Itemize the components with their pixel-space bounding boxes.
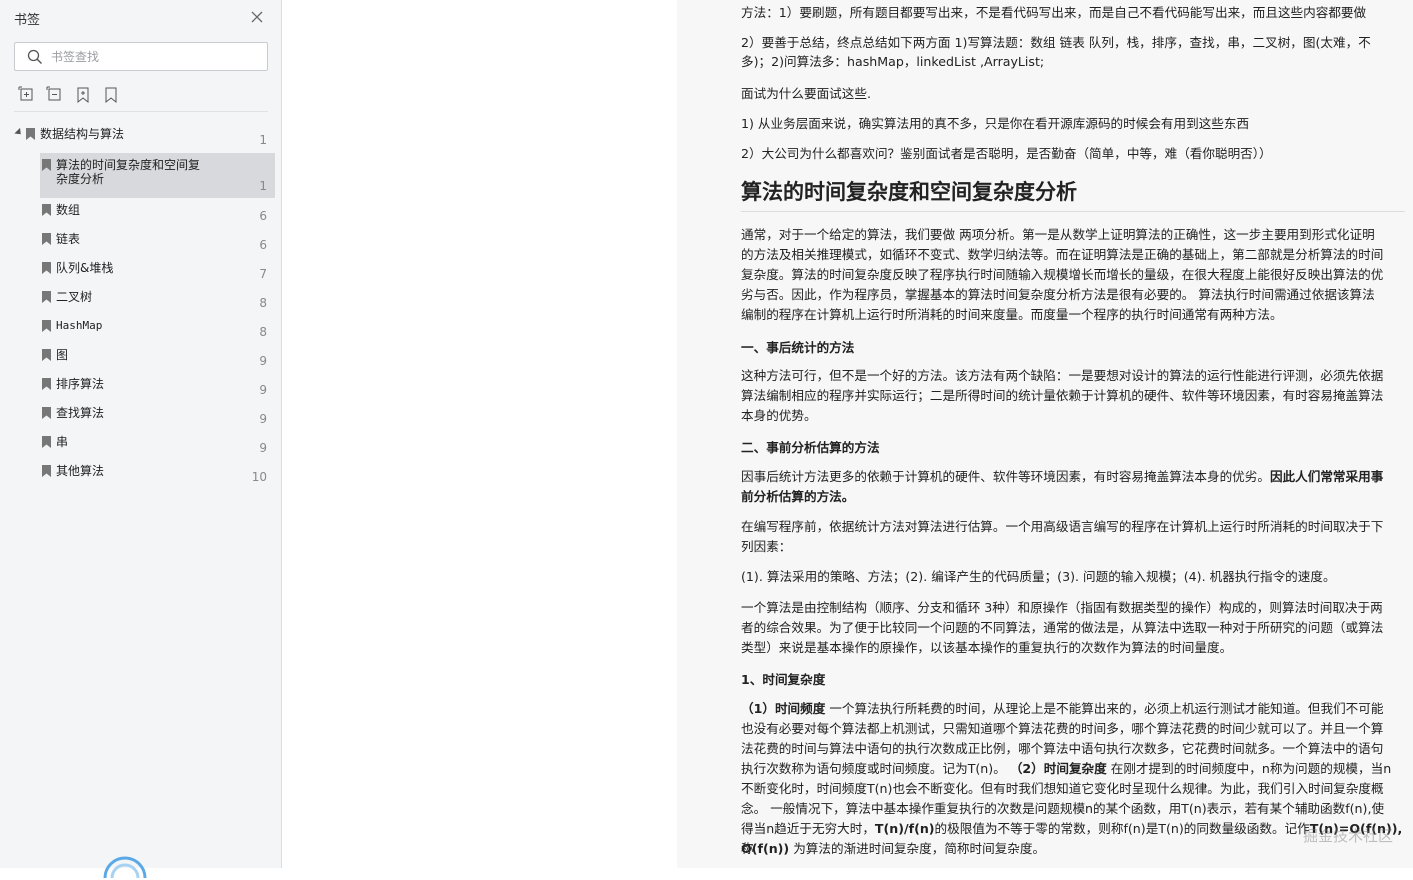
heading-rule — [741, 211, 1405, 212]
paragraph: 一个算法是由控制结构（顺序、分支和循环 3种）和原操作（指固有数据类型的操作）构… — [741, 600, 1383, 615]
tree-item-label: 图 — [56, 348, 69, 362]
paragraph: 1) 从业务层面来说，确实算法用的真不多，只是你在看开源库源码的时候会有用到这些… — [741, 116, 1250, 131]
text-run: 在刚才提到的时间频度中，n称为问题的规模，当n — [1106, 761, 1392, 776]
page-number: 9 — [259, 383, 267, 397]
watermark: 掘金技术社区 — [1302, 827, 1393, 845]
paragraph: 编制的程序在计算机上运行时所消耗的时间来度量。而度量一个程序的执行时间通常有两种… — [741, 307, 1283, 322]
tree-item-label: 数组 — [56, 203, 81, 217]
page-number: 6 — [259, 238, 267, 252]
paragraph: 类型）来说是基本操作的原操作，以该基本操作的重复执行的次数作为算法的时间量度。 — [741, 640, 1233, 655]
paragraph: 复杂度。算法的时间复杂度反映了程序执行时间随输入规模增长而增长的量级，在很大程度… — [741, 267, 1384, 282]
text-run: 的极限值为不等于零的常数，则称f(n)是T(n)的同数量级函数。记作 — [934, 821, 1310, 836]
tree-item-label: 排序算法 — [56, 377, 105, 391]
page-number: 9 — [259, 441, 267, 455]
paragraph: 劣与否。因此，作为程序员，掌握基本的算法时间复杂度分析方法是很有必要的。 算法执… — [741, 287, 1375, 302]
sub-heading: 二、事前分析估算的方法 — [741, 440, 880, 455]
paragraph: 这种方法可行，但不是一个好的方法。该方法有两个缺陷：一是要想对设计的算法的运行性… — [741, 368, 1384, 383]
paragraph: 在编写程序前，依据统计方法对算法进行估算。一个用高级语言编写的程序在计算机上运行… — [741, 519, 1384, 534]
text-run: 执行次数称为语句频度或时间频度。记为T(n)。 — [741, 761, 1006, 776]
bookmark-icon — [42, 262, 51, 274]
paragraph: 执行次数称为语句频度或时间频度。记为T(n)。 （2）时间复杂度 在刚才提到的时… — [741, 759, 1405, 779]
page-number: 9 — [259, 412, 267, 426]
bookmark-icon — [26, 128, 35, 140]
bold-text: T(n)/f(n) — [874, 821, 935, 836]
paragraph: 算法编制相应的程序并实际运行；二是所得时间的统计量依赖于计算机的硬件、软件等环境… — [741, 388, 1384, 403]
bold-text: （1）时间频度 — [741, 701, 826, 716]
page-number: 1 — [259, 133, 267, 147]
text-run: 一个算法执行所耗费的时间，从理论上是不能算出来的，必须上机运行测试才能知道。但我… — [825, 701, 1384, 716]
tree-item-label: 其他算法 — [56, 464, 105, 478]
paragraph: 前分析估算的方法。 — [741, 489, 855, 504]
bookmark-icon — [42, 159, 51, 171]
bookmark-icon — [42, 204, 51, 216]
expand-all-icon[interactable] — [18, 86, 36, 104]
bookmark-icon — [42, 291, 51, 303]
paragraph: 本身的优势。 — [741, 408, 817, 423]
text-run: 因事后统计方法更多的依赖于计算机的硬件、软件等环境因素，有时容易掩盖算法本身的优… — [741, 469, 1270, 484]
bookmark-search-box — [14, 42, 268, 71]
tree-item-label-cont: 杂度分析 — [56, 172, 105, 186]
tree-item-label: HashMap — [56, 319, 103, 332]
bold-text: O(f(n)) — [741, 841, 790, 856]
tree-item-label: 链表 — [56, 232, 81, 246]
paragraph: 方法：1）要刷题，所有题目都要写出来，不是看代码写出来，而是自己不看代码能写出来… — [741, 5, 1367, 20]
paragraph: 面试为什么要面试这些. — [741, 86, 871, 101]
page-number: 1 — [259, 179, 267, 193]
divider — [14, 111, 268, 112]
paragraph: 不断变化时，时间频度T(n)也会不断变化。但有时我们想知道它变化时呈现什么规律。… — [741, 781, 1384, 796]
bookmark-icon — [42, 349, 51, 361]
bookmark-icon — [42, 233, 51, 245]
page-number: 9 — [259, 354, 267, 368]
paragraph: 者的综合效果。为了便于比较同一个问题的不同算法，通常的做法是，从算法中选取一种对… — [741, 620, 1384, 635]
bookmark-icon — [42, 407, 51, 419]
sub-heading: 一、事后统计的方法 — [741, 340, 855, 355]
close-icon[interactable] — [248, 8, 266, 26]
page-gap — [282, 0, 677, 868]
bold-text: 因此人们常常采用事 — [1269, 469, 1384, 484]
page-number: 8 — [259, 296, 267, 310]
text-run: 得当n趋近于无穷大时， — [741, 821, 875, 836]
bookmark-icon — [42, 320, 51, 332]
page-number: 6 — [259, 209, 267, 223]
paragraph: 列因素： — [741, 539, 792, 554]
add-bookmark-icon[interactable] — [74, 86, 92, 104]
panel-title: 书签 — [14, 13, 41, 28]
text-run: 为算法的渐进时间复杂度，简称时间复杂度。 — [789, 841, 1046, 856]
sub-heading: 1、时间复杂度 — [741, 672, 826, 687]
tree-item-label: 查找算法 — [56, 406, 105, 420]
paragraph: 2）要善于总结，终点总结如下两方面 1)写算法题：数组 链表 队列，栈，排序，查… — [741, 35, 1371, 50]
bookmark-icon — [42, 436, 51, 448]
paragraph: 的方法及相关推理模式，如循环不变式、数学归纳法等。而在证明算法是正确的基础上，第… — [741, 247, 1384, 262]
tree-item-label: 队列&堆栈 — [56, 261, 114, 275]
paragraph: （1）时间频度 一个算法执行所耗费的时间，从理论上是不能算出来的，必须上机运行测… — [741, 699, 1405, 719]
bookmark-icon — [42, 465, 51, 477]
bookmark-icon — [42, 378, 51, 390]
paragraph: 通常，对于一个给定的算法，我们要做 两项分析。第一是从数学上证明算法的正确性，这… — [741, 227, 1375, 242]
tree-item-label: 算法的时间复杂度和空间复 — [56, 158, 201, 172]
paragraph: (1). 算法采用的策略、方法；(2). 编译产生的代码质量；(3). 问题的输… — [741, 569, 1336, 584]
paragraph: 因事后统计方法更多的依赖于计算机的硬件、软件等环境因素，有时容易掩盖算法本身的优… — [741, 467, 1405, 487]
paragraph: 2）大公司为什么都喜欢问？鉴别面试者是否聪明，是否勤奋（简单，中等，难（看你聪明… — [741, 146, 1272, 161]
tree-item-label: 串 — [56, 435, 69, 449]
bookmark-panel: 书签 数据结构与算法 1 算法的时间复杂度和空间复 杂度分析 1 数组 6 链表… — [0, 0, 282, 879]
app-logo-icon — [103, 856, 147, 879]
document-page: 方法：1）要刷题，所有题目都要写出来，不是看代码写出来，而是自己不看代码能写出来… — [677, 0, 1413, 868]
search-icon — [27, 49, 42, 64]
paragraph: 多)；2)问算法多：hashMap，linkedList ,ArrayList; — [741, 54, 1045, 69]
page-number: 8 — [259, 325, 267, 339]
tree-item-label: 数据结构与算法 — [40, 127, 125, 141]
page-number: 10 — [251, 470, 267, 484]
bookmark-icon[interactable] — [102, 86, 120, 104]
collapse-all-icon[interactable] — [46, 86, 64, 104]
paragraph: 也没有必要对每个算法都上机测试，只需知道哪个算法花费的时间多，哪个算法花费的时间… — [741, 721, 1384, 736]
bookmark-search-input[interactable] — [51, 47, 251, 67]
paragraph: 念。 一般情况下，算法中基本操作重复执行的次数是问题规模n的某个函数，用T(n)… — [741, 801, 1385, 816]
section-heading: 算法的时间复杂度和空间复杂度分析 — [741, 180, 1077, 204]
collapse-arrow-icon[interactable] — [14, 127, 24, 138]
bold-text: （2）时间复杂度 — [1009, 761, 1107, 776]
paragraph: 法花费的时间与算法中语句的执行次数成正比例，哪个算法中语句执行次数多，它花费时间… — [741, 741, 1384, 756]
tree-item-label: 二叉树 — [56, 290, 93, 304]
page-number: 7 — [259, 267, 267, 281]
